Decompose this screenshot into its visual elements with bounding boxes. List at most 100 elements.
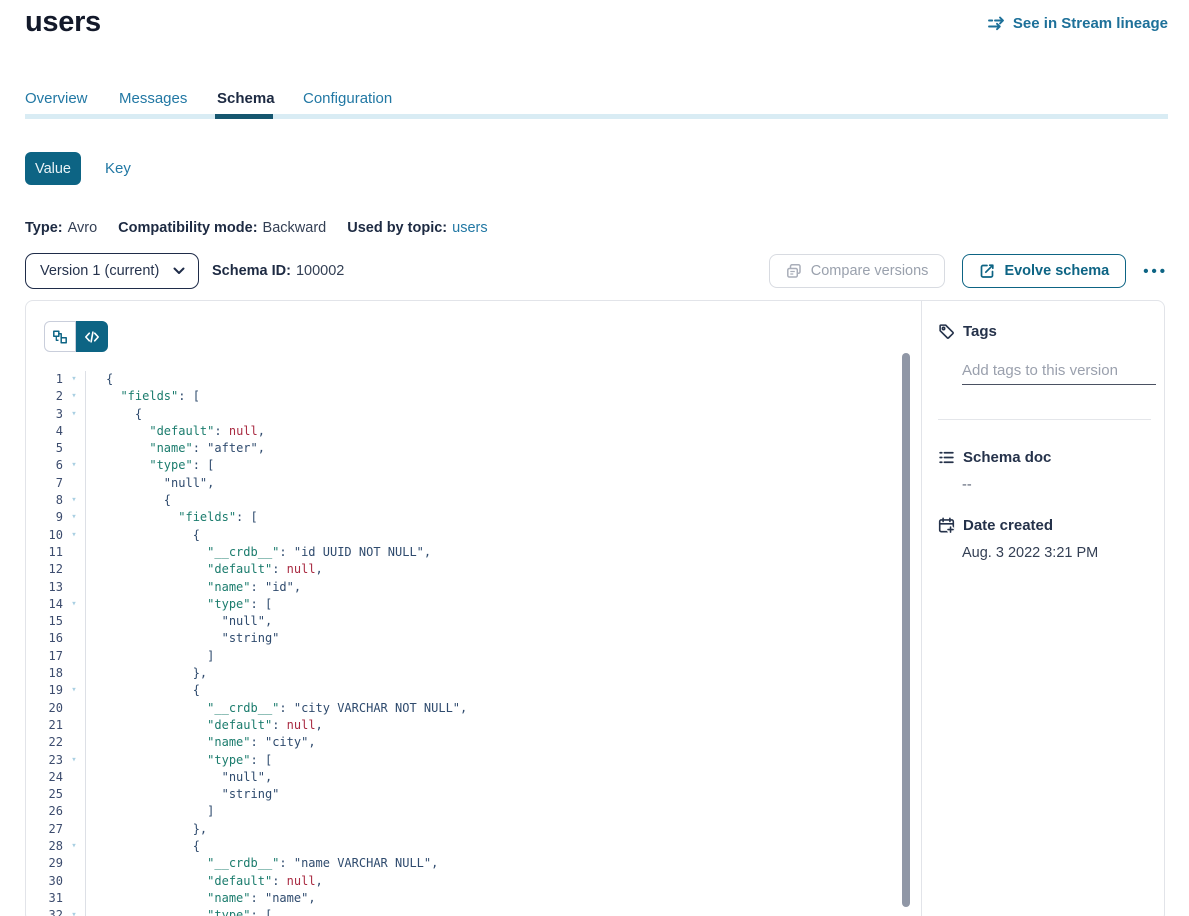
code-text: "name": "name", [85, 890, 903, 907]
line-number: 12 [26, 561, 63, 578]
schema-sidebar: Tags Schema doc -- [921, 301, 1165, 916]
code-text: { [85, 492, 903, 509]
tab-active-indicator [215, 114, 273, 119]
code-text: "name": "id", [85, 579, 903, 596]
line-number: 31 [26, 890, 63, 907]
code-line: 8▾ { [26, 492, 903, 509]
line-number: 3 [26, 406, 63, 423]
code-line: 29 "__crdb__": "name VARCHAR NULL", [26, 855, 903, 872]
version-row: Version 1 (current) Schema ID:100002 [25, 253, 344, 289]
actions-row: Compare versions Evolve schema ••• [769, 254, 1168, 288]
tags-section-header: Tags [938, 323, 997, 340]
fold-caret-icon[interactable]: ▾ [63, 752, 85, 769]
compare-versions-icon [786, 263, 802, 279]
fold-caret-placeholder [63, 855, 85, 872]
code-line: 28▾ { [26, 838, 903, 855]
fold-caret-placeholder [63, 717, 85, 734]
code-text: { [85, 682, 903, 699]
tab-schema[interactable]: Schema [217, 90, 275, 107]
code-text: "fields": [ [85, 388, 903, 405]
code-line: 21 "default": null, [26, 717, 903, 734]
doc-list-icon [938, 449, 955, 466]
evolve-schema-icon [979, 263, 995, 279]
tree-view-button[interactable] [44, 321, 76, 352]
fold-caret-icon[interactable]: ▾ [63, 388, 85, 405]
stream-lineage-icon [988, 16, 1006, 31]
fold-caret-icon[interactable]: ▾ [63, 457, 85, 474]
code-line: 24 "null", [26, 769, 903, 786]
code-line: 20 "__crdb__": "city VARCHAR NOT NULL", [26, 700, 903, 717]
code-line: 31 "name": "name", [26, 890, 903, 907]
code-text: "default": null, [85, 717, 903, 734]
topic-link[interactable]: users [452, 220, 487, 236]
fold-caret-icon[interactable]: ▾ [63, 682, 85, 699]
line-number: 1 [26, 371, 63, 388]
code-line: 16 "string" [26, 630, 903, 647]
code-line: 13 "name": "id", [26, 579, 903, 596]
schema-id-label: Schema ID: [212, 263, 291, 279]
tab-track [25, 114, 1168, 119]
meta-compatibility: Compatibility mode:Backward [118, 220, 326, 236]
tab-messages[interactable]: Messages [119, 90, 187, 107]
line-number: 5 [26, 440, 63, 457]
code-line: 3▾ { [26, 406, 903, 423]
fold-caret-placeholder [63, 890, 85, 907]
line-number: 13 [26, 579, 63, 596]
meta-type-label: Type: [25, 220, 63, 236]
meta-topic-label: Used by topic: [347, 220, 447, 236]
more-actions-button[interactable]: ••• [1143, 263, 1168, 280]
line-number: 14 [26, 596, 63, 613]
fold-caret-icon[interactable]: ▾ [63, 406, 85, 423]
line-number: 20 [26, 700, 63, 717]
stream-lineage-label: See in Stream lineage [1013, 15, 1168, 32]
fold-caret-icon[interactable]: ▾ [63, 492, 85, 509]
code-text: "null", [85, 769, 903, 786]
code-scrollbar-thumb[interactable] [902, 353, 910, 907]
code-view-button[interactable] [76, 321, 108, 352]
code-text: ] [85, 803, 903, 820]
version-select[interactable]: Version 1 (current) [25, 253, 199, 289]
key-toggle-button[interactable]: Key [105, 160, 131, 177]
serde-toggle: Value Key [25, 152, 131, 185]
stream-lineage-link[interactable]: See in Stream lineage [988, 15, 1168, 32]
add-tags-input[interactable] [962, 357, 1156, 385]
fold-caret-icon[interactable]: ▾ [63, 509, 85, 526]
date-created-title: Date created [963, 517, 1053, 534]
fold-caret-icon[interactable]: ▾ [63, 527, 85, 544]
code-text: "type": [ [85, 596, 903, 613]
code-text: "__crdb__": "id UUID NOT NULL", [85, 544, 903, 561]
code-line: 23▾ "type": [ [26, 752, 903, 769]
line-number: 19 [26, 682, 63, 699]
meta-row: Type:Avro Compatibility mode:Backward Us… [25, 220, 488, 236]
line-number: 22 [26, 734, 63, 751]
line-number: 28 [26, 838, 63, 855]
fold-caret-icon[interactable]: ▾ [63, 371, 85, 388]
fold-caret-icon[interactable]: ▾ [63, 596, 85, 613]
tab-bar: Overview Messages Schema Configuration [25, 88, 1168, 122]
evolve-schema-button[interactable]: Evolve schema [962, 254, 1126, 288]
code-text: { [85, 406, 903, 423]
fold-caret-placeholder [63, 648, 85, 665]
code-view-icon [84, 329, 100, 345]
line-number: 10 [26, 527, 63, 544]
code-text: "default": null, [85, 873, 903, 890]
tab-overview[interactable]: Overview [25, 90, 88, 107]
fold-caret-icon[interactable]: ▾ [63, 907, 85, 916]
compare-versions-button[interactable]: Compare versions [769, 254, 946, 288]
line-number: 30 [26, 873, 63, 890]
tab-configuration[interactable]: Configuration [303, 90, 392, 107]
schema-id: Schema ID:100002 [212, 263, 344, 279]
line-number: 21 [26, 717, 63, 734]
page-title: users [25, 6, 101, 39]
fold-caret-placeholder [63, 665, 85, 682]
fold-caret-placeholder [63, 544, 85, 561]
code-line: 1▾{ [26, 371, 903, 388]
date-created-value: Aug. 3 2022 3:21 PM [962, 545, 1098, 561]
value-toggle-button[interactable]: Value [25, 152, 81, 185]
line-number: 15 [26, 613, 63, 630]
line-number: 17 [26, 648, 63, 665]
line-number: 32 [26, 907, 63, 916]
code-text: "name": "after", [85, 440, 903, 457]
code-text: { [85, 527, 903, 544]
fold-caret-icon[interactable]: ▾ [63, 838, 85, 855]
